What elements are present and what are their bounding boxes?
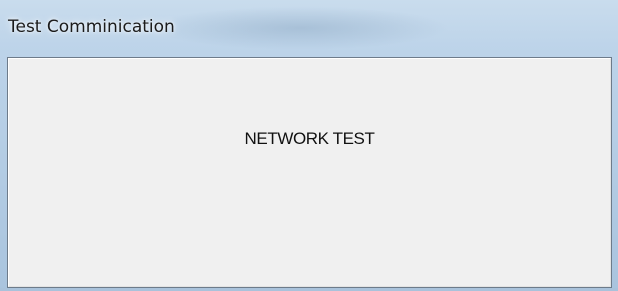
window-title: Test Comminication — [8, 17, 175, 37]
client-area-inner: NETWORK TEST — [8, 58, 611, 287]
client-area: NETWORK TEST — [7, 57, 612, 288]
network-test-label: NETWORK TEST — [244, 129, 375, 148]
title-bar[interactable]: Test Comminication — [0, 0, 618, 58]
app-window: Test Comminication NETWORK TEST — [0, 0, 618, 291]
